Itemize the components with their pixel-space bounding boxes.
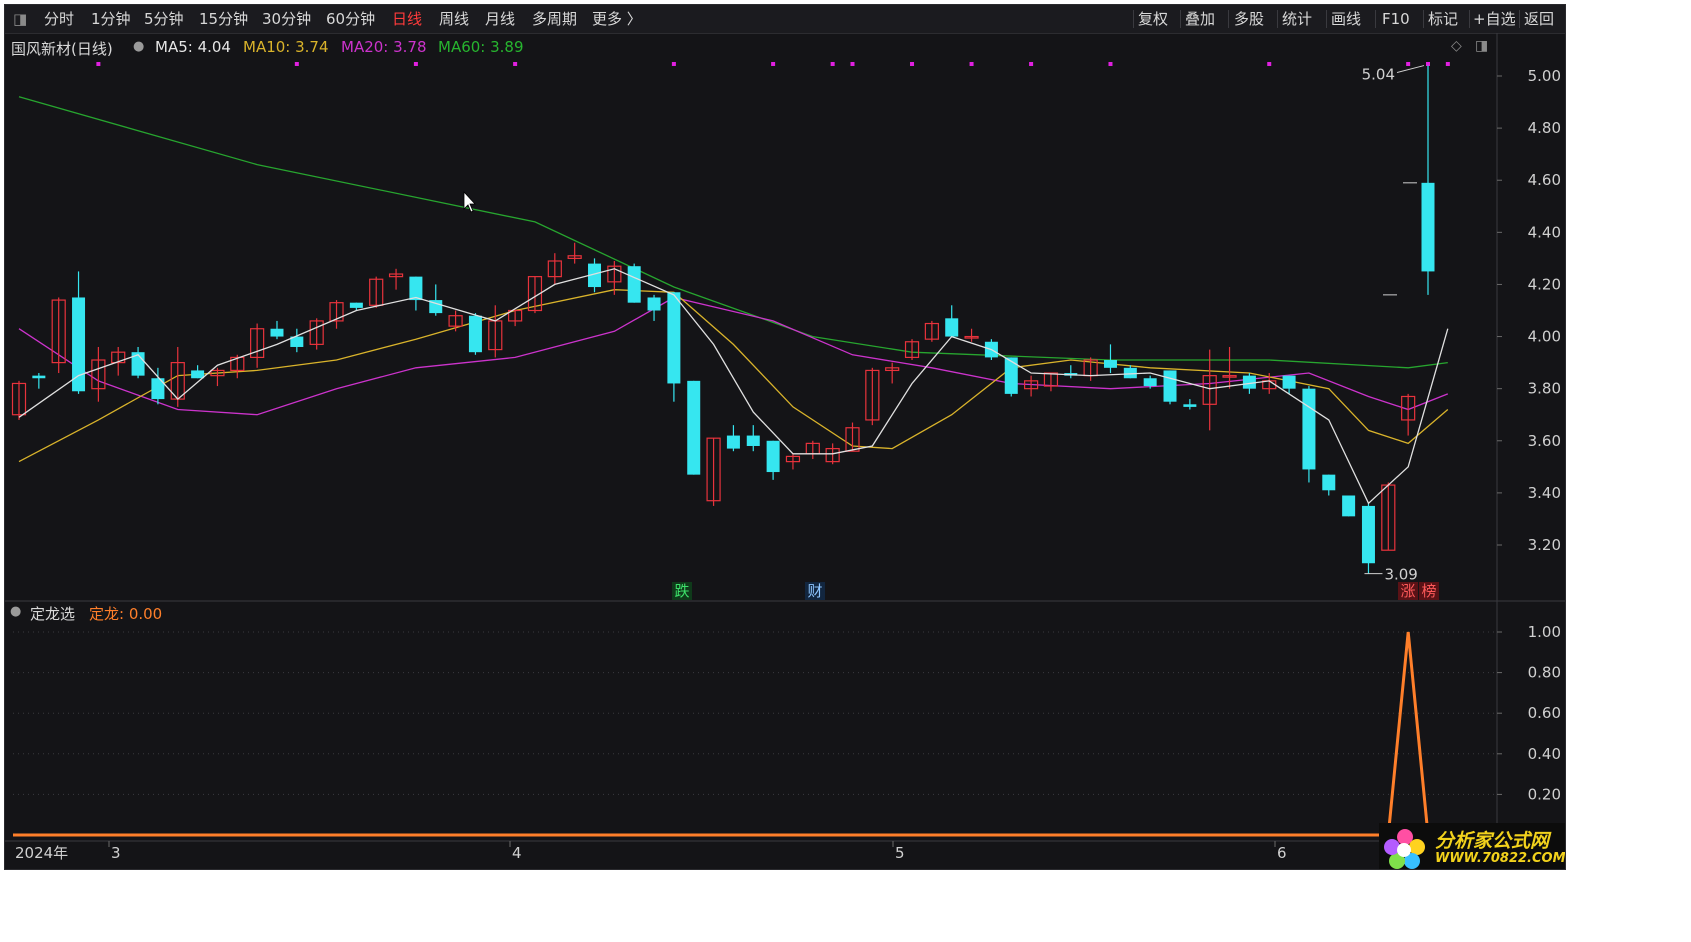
indicator-tick-label: 1.00 bbox=[1528, 623, 1561, 641]
candle-body-down bbox=[191, 370, 205, 379]
time-axis-label: 5 bbox=[895, 844, 905, 862]
indicator-value: 定龙: 0.00 bbox=[89, 605, 163, 623]
candle-body-down bbox=[1322, 474, 1336, 491]
price-tick-label: 3.20 bbox=[1528, 536, 1561, 554]
candle-body-down bbox=[72, 297, 86, 392]
candle-body-down bbox=[627, 266, 641, 303]
stock-name-label: 国风新材(日线) bbox=[11, 40, 113, 58]
candle-body-down bbox=[1163, 370, 1177, 402]
candle-body-down bbox=[409, 276, 423, 301]
signal-marker-dot bbox=[1267, 62, 1272, 66]
badge-die: 跌 bbox=[674, 582, 689, 600]
ma60-line bbox=[18, 96, 1448, 369]
signal-marker-dot bbox=[1108, 62, 1113, 66]
price-tick-label: 3.60 bbox=[1528, 432, 1561, 450]
candle-body-down bbox=[667, 292, 681, 384]
stock-chart-window: ◨ 分时 1分钟 5分钟 15分钟 30分钟 60分钟 日线 周线 月线 多周期… bbox=[4, 4, 1566, 870]
candle-body-down bbox=[468, 315, 482, 353]
candle-body-down bbox=[1302, 388, 1316, 470]
signal-marker-dot bbox=[96, 62, 101, 66]
indicator-tick-label: 0.60 bbox=[1528, 704, 1561, 722]
signal-marker-dot bbox=[413, 62, 418, 66]
high-price-label: 5.04 bbox=[1362, 66, 1395, 84]
price-tick-label: 3.80 bbox=[1528, 380, 1561, 398]
app-root: ◨ 分时 1分钟 5分钟 15分钟 30分钟 60分钟 日线 周线 月线 多周期… bbox=[0, 0, 1691, 942]
time-axis-label: 4 bbox=[512, 844, 522, 862]
candle-body-down bbox=[1282, 375, 1296, 389]
indicator-tick-label: 0.20 bbox=[1528, 785, 1561, 803]
indicator-line bbox=[13, 631, 1448, 837]
signal-marker-dot bbox=[1406, 62, 1411, 66]
candle-body-down bbox=[945, 318, 959, 337]
candle-body-down bbox=[647, 297, 661, 311]
ma5-line bbox=[18, 268, 1449, 505]
price-tick-label: 4.00 bbox=[1528, 328, 1561, 346]
badge-zhang: 涨 bbox=[1400, 582, 1415, 600]
candle-body-down bbox=[766, 440, 780, 473]
candle-body-down bbox=[1421, 182, 1435, 272]
signal-marker-dot bbox=[1029, 62, 1034, 66]
signal-marker-dot bbox=[1445, 62, 1450, 66]
badge-bang: 榜 bbox=[1421, 582, 1436, 600]
signal-marker-dot bbox=[671, 62, 676, 66]
watermark-url: WWW.70822.COM bbox=[1435, 851, 1566, 866]
panel-toggle-icon[interactable]: ◨ bbox=[1475, 38, 1488, 54]
low-price-label: 3.09 bbox=[1384, 566, 1417, 584]
signal-marker-dot bbox=[513, 62, 518, 66]
time-axis-label: 2024年 bbox=[15, 844, 68, 862]
price-tick-label: 4.60 bbox=[1528, 171, 1561, 189]
price-tick-label: 4.40 bbox=[1528, 223, 1561, 241]
badge-cai: 财 bbox=[807, 582, 822, 600]
ma5-legend: MA5: 4.04 bbox=[155, 38, 231, 56]
candle-body-down bbox=[687, 380, 701, 475]
signal-marker-dot bbox=[294, 62, 299, 66]
candle-body-down bbox=[32, 375, 46, 379]
candle-body-down bbox=[726, 435, 740, 449]
kline-chart[interactable]: 5.00 4.80 4.60 4.40 4.20 4.00 3.80 3.60 3.40 3.20… bbox=[5, 5, 1566, 870]
ma20-legend: MA20: 3.78 bbox=[341, 38, 427, 56]
signal-marker-dot bbox=[771, 62, 776, 66]
price-tick-label: 4.20 bbox=[1528, 275, 1561, 293]
signal-marker-dot bbox=[850, 62, 855, 66]
signal-marker-dot bbox=[910, 62, 915, 66]
candle-body-down bbox=[349, 302, 363, 308]
price-tick-label: 3.40 bbox=[1528, 484, 1561, 502]
time-axis-label: 3 bbox=[111, 844, 121, 862]
price-tick-label: 5.00 bbox=[1528, 67, 1561, 85]
signal-marker-dot bbox=[830, 62, 835, 66]
chevron-down-icon[interactable]: ● bbox=[10, 604, 21, 619]
signal-marker-dot bbox=[969, 62, 974, 66]
candle-body-down bbox=[1242, 375, 1256, 389]
diamond-icon[interactable]: ◇ bbox=[1451, 38, 1462, 54]
candle-body-down bbox=[1183, 404, 1197, 407]
indicator-name: 定龙选 bbox=[30, 605, 76, 623]
watermark-title: 分析家公式网 bbox=[1435, 830, 1550, 852]
high-arrow bbox=[1396, 65, 1425, 74]
ma60-legend: MA60: 3.89 bbox=[438, 38, 524, 56]
signal-marker-dot bbox=[1426, 62, 1430, 66]
candle-body-down bbox=[270, 328, 284, 337]
candle-body-down bbox=[1004, 357, 1018, 394]
watermark-logo: 分析家公式网 WWW.70822.COM bbox=[1379, 823, 1566, 869]
indicator-tick-label: 0.80 bbox=[1528, 664, 1561, 682]
price-tick-label: 4.80 bbox=[1528, 119, 1561, 137]
candle-body-down bbox=[1342, 495, 1356, 517]
ma10-legend: MA10: 3.74 bbox=[243, 38, 329, 56]
indicator-tick-label: 0.40 bbox=[1528, 745, 1561, 763]
time-axis-label: 6 bbox=[1277, 844, 1287, 862]
candle-body-down bbox=[1361, 505, 1375, 564]
candle-body-down bbox=[1103, 360, 1117, 368]
chevron-down-icon[interactable]: ● bbox=[133, 39, 144, 54]
candle-body-down bbox=[1143, 378, 1157, 387]
candle-body-down bbox=[746, 435, 760, 446]
flower-logo-icon bbox=[1384, 829, 1425, 869]
ma20-line bbox=[18, 296, 1449, 416]
